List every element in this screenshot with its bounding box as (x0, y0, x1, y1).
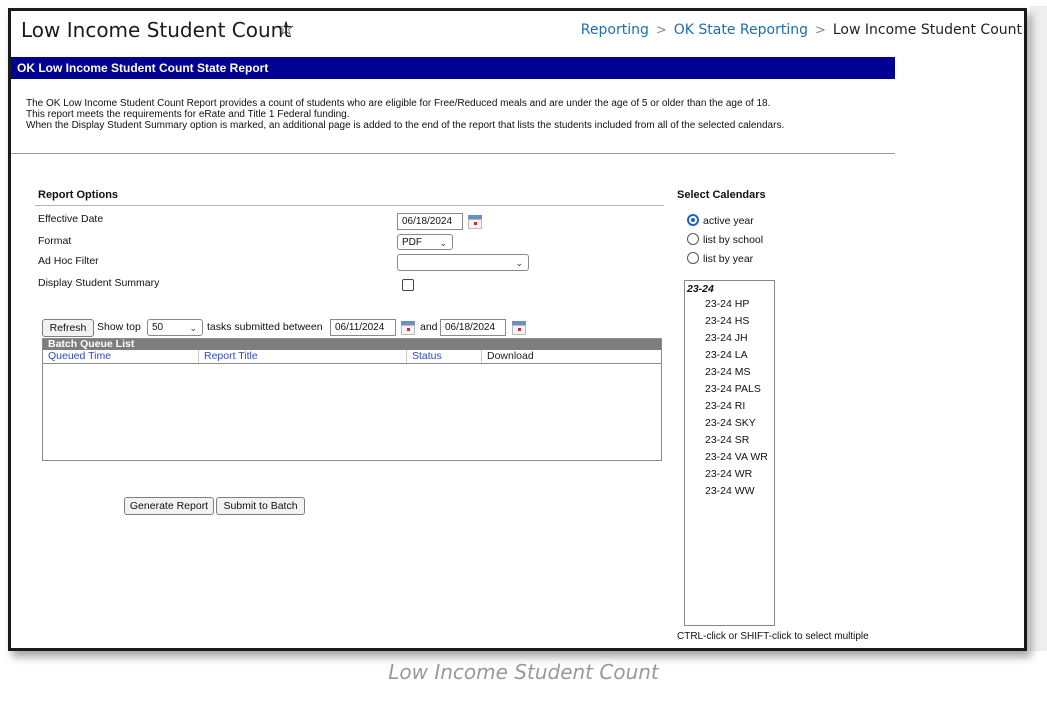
column-download: Download (481, 350, 661, 363)
display-student-summary-checkbox[interactable] (402, 279, 414, 291)
report-options-heading: Report Options (38, 189, 119, 201)
calendar-option[interactable]: 23-24 HP (705, 298, 749, 310)
breadcrumb-ok-state-reporting[interactable]: OK State Reporting (674, 22, 808, 38)
divider (35, 205, 664, 206)
batch-queue-header: Queued Time Report Title Status Download (43, 350, 661, 364)
calendar-icon[interactable] (401, 321, 415, 335)
calendar-option[interactable]: 23-24 SKY (705, 417, 756, 429)
calendar-list[interactable]: 23-24 23-24 HP 23-24 HS 23-24 JH 23-24 L… (684, 280, 775, 626)
description-line: When the Display Student Summary option … (26, 120, 785, 131)
calendar-option[interactable]: 23-24 JH (705, 332, 748, 344)
show-top-label: Show top (97, 321, 141, 333)
calendar-option[interactable]: 23-24 WW (705, 485, 755, 497)
calendar-group-label: 23-24 (687, 283, 714, 295)
tasks-submitted-label: tasks submitted between (207, 321, 323, 333)
radio-list-by-year-label: list by year (703, 253, 754, 265)
breadcrumb: Reporting > OK State Reporting > Low Income … (581, 22, 1022, 38)
chevron-down-icon: ⌄ (189, 323, 197, 333)
display-student-summary-label: Display Student Summary (38, 277, 160, 289)
chevron-down-icon: ⌄ (439, 238, 447, 248)
effective-date-input[interactable]: 06/18/2024 (397, 213, 463, 230)
page-header: Low Income Student Count ☆ Reporting > OK … (11, 11, 1024, 49)
calendar-option[interactable]: 23-24 WR (705, 468, 752, 480)
calendar-option[interactable]: 23-24 VA WR (705, 451, 768, 463)
calendar-option[interactable]: 23-24 LA (705, 349, 748, 361)
radio-list-by-school-label: list by school (703, 234, 764, 246)
format-label: Format (38, 235, 72, 247)
description-line: This report meets the requirements for e… (26, 109, 350, 120)
batch-queue-title: Batch Queue List (43, 339, 661, 350)
calendar-select-hint: CTRL-click or SHIFT-click to select mult… (677, 631, 869, 642)
calendar-option[interactable]: 23-24 SR (705, 434, 749, 446)
calendar-icon[interactable] (468, 215, 482, 229)
star-outline-icon[interactable]: ☆ (277, 16, 295, 40)
right-edge-strip (1030, 6, 1047, 651)
generate-report-button[interactable]: Generate Report (124, 497, 214, 515)
page-title: Low Income Student Count (21, 18, 292, 42)
chevron-down-icon: ⌄ (515, 258, 523, 268)
column-status[interactable]: Status (406, 350, 481, 363)
refresh-button[interactable]: Refresh (42, 319, 94, 337)
radio-active-year-label: active year (703, 215, 754, 227)
image-caption: Low Income Student Count (388, 660, 659, 684)
ad-hoc-filter-label: Ad Hoc Filter (38, 255, 99, 267)
app-window: Low Income Student Count ☆ Reporting > OK … (8, 8, 1027, 651)
report-banner: OK Low Income Student Count State Report (11, 57, 895, 79)
report-description: The OK Low Income Student Count Report p… (26, 98, 896, 131)
select-calendars-heading: Select Calendars (677, 189, 766, 201)
radio-list-by-year[interactable] (687, 252, 699, 264)
calendar-option[interactable]: 23-24 MS (705, 366, 751, 378)
batch-queue-list: Batch Queue List Queued Time Report Titl… (42, 338, 662, 461)
radio-active-year[interactable] (687, 214, 699, 226)
show-top-select[interactable]: 50 ⌄ (147, 319, 203, 336)
effective-date-label: Effective Date (38, 213, 104, 225)
batch-end-date-input[interactable]: 06/18/2024 (440, 319, 506, 336)
column-queued-time[interactable]: Queued Time (43, 350, 198, 363)
ad-hoc-filter-select[interactable]: ⌄ (397, 254, 529, 271)
divider (11, 153, 895, 154)
batch-start-date-input[interactable]: 06/11/2024 (330, 319, 396, 336)
submit-to-batch-button[interactable]: Submit to Batch (216, 497, 305, 515)
description-line: The OK Low Income Student Count Report p… (26, 98, 771, 109)
calendar-icon[interactable] (512, 321, 526, 335)
calendar-option[interactable]: 23-24 HS (705, 315, 749, 327)
chevron-right-icon: > (655, 23, 667, 38)
radio-list-by-school[interactable] (687, 233, 699, 245)
breadcrumb-current: Low Income Student Count (832, 22, 1022, 38)
column-report-title[interactable]: Report Title (198, 350, 406, 363)
show-top-value: 50 (152, 322, 164, 333)
format-select[interactable]: PDF ⌄ (397, 234, 453, 250)
calendar-option[interactable]: 23-24 PALS (705, 383, 761, 395)
and-label: and (420, 321, 438, 333)
calendar-option[interactable]: 23-24 RI (705, 400, 745, 412)
chevron-right-icon: > (814, 23, 826, 38)
format-select-value: PDF (402, 237, 422, 248)
breadcrumb-reporting[interactable]: Reporting (581, 22, 649, 38)
